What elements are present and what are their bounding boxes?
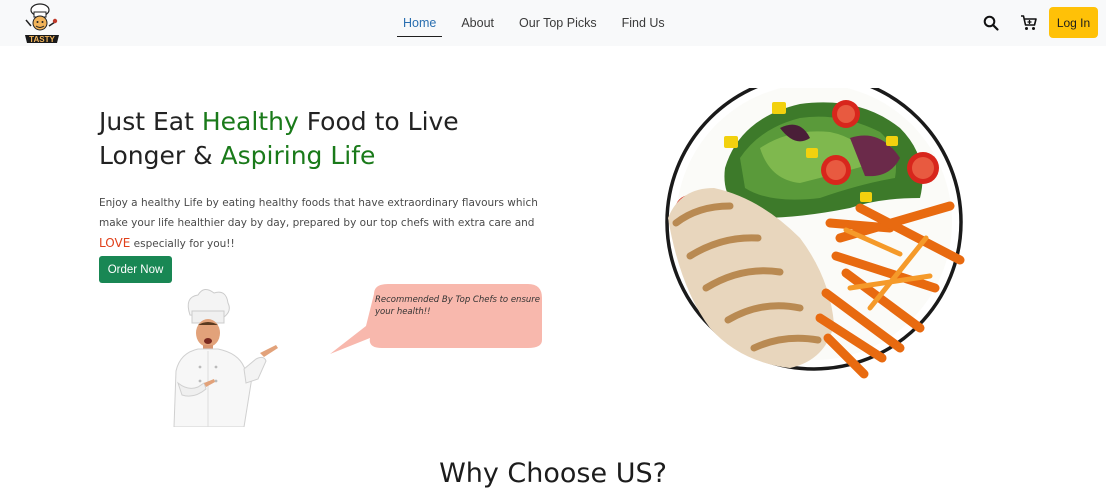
hero-title-part1: Just Eat [99,107,202,136]
search-icon[interactable] [982,14,1000,32]
hero-description-part2: especially for you!! [130,238,235,250]
hero-description-love: LOVE [99,236,131,250]
hero-title: Just Eat Healthy Food to Live Longer & A… [99,105,519,173]
bubble-text: Recommended By Top Chefs to ensure your … [375,295,540,317]
nav-link-about[interactable]: About [455,0,500,46]
why-choose-us-title: Why Choose US? [439,458,667,489]
logo-wordmark: TASTY [29,35,55,44]
order-now-button[interactable]: Order Now [99,256,172,283]
login-button[interactable]: Log In [1049,7,1098,38]
nav-link-find-us[interactable]: Find Us [616,0,671,46]
nav-link-top-picks[interactable]: Our Top Picks [513,0,603,46]
nav-links: Home About Our Top Picks Find Us [397,0,684,46]
hero-title-highlight-healthy: Healthy [201,107,299,136]
cart-icon[interactable] [1020,14,1038,32]
chef-image [173,289,278,427]
tasty-logo[interactable]: TASTY [22,2,62,44]
hero-title-highlight-aspiring: Aspiring Life [220,141,376,170]
nav-link-home[interactable]: Home [397,0,443,46]
top-navbar: TASTY Home About Our Top Picks Find Us L… [0,0,1106,46]
food-plate-image [665,88,965,379]
hero-description-part1: Enjoy a healthy Life by eating healthy f… [99,197,538,229]
hero-description: Enjoy a healthy Life by eating healthy f… [99,193,549,254]
